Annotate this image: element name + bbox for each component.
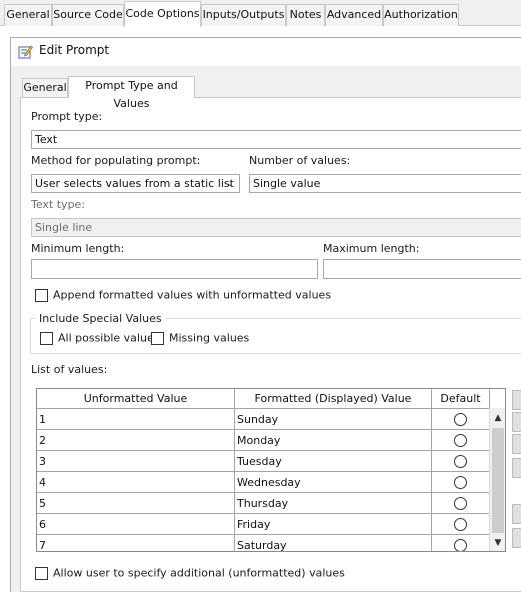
default-cell [431,492,490,514]
tab-inputs-outputs[interactable]: Inputs/Outputs [201,4,286,26]
default-cell [431,450,490,472]
default-radio-button[interactable] [454,496,467,510]
side-button-1[interactable] [512,390,521,410]
formatted-value-cell[interactable]: Monday [234,429,432,451]
formatted-value-cell[interactable]: Sunday [234,408,432,430]
prompt-type-label: Prompt type: [31,110,103,123]
table-vertical-scrollbar[interactable]: ▲ ▼ [489,408,505,551]
number-of-values-dropdown[interactable]: Single value [249,174,521,193]
tab-source-code[interactable]: Source Code [52,4,124,26]
tab-advanced[interactable]: Advanced [325,4,383,26]
default-radio-button[interactable] [454,517,467,531]
unformatted-value-cell[interactable]: 4 [37,471,235,493]
default-radio-button[interactable] [454,538,467,551]
values-table: Unformatted Value Formatted (Displayed) … [37,389,490,551]
prompt-type-field[interactable]: Text [31,130,521,149]
missing-values-checkbox-row[interactable]: Missing values [151,331,249,347]
dialog-titlebar: Edit Prompt [11,38,521,66]
all-possible-checkbox-row[interactable]: All possible values [40,331,159,347]
tab-general[interactable]: General [4,4,52,26]
scroll-down-arrow-icon[interactable]: ▼ [490,535,506,551]
allow-additional-label: Allow user to specify additional (unform… [53,566,345,580]
text-type-label: Text type: [31,198,86,211]
tab-notes[interactable]: Notes [286,4,325,26]
table-row[interactable]: 4 Wednesday [37,471,490,493]
unformatted-value-cell[interactable]: 7 [37,534,235,551]
maximum-length-input[interactable] [323,259,521,279]
tab-code-options[interactable]: Code Options [124,1,201,27]
append-formatted-label: Append formatted values with unformatted… [53,288,332,302]
method-dropdown[interactable]: User selects values from a static list ⌄ [31,174,240,193]
special-values-legend: Include Special Values [36,312,165,325]
default-cell [431,534,490,551]
append-formatted-checkbox[interactable] [35,288,48,302]
maximum-length-label: Maximum length: [323,242,420,255]
list-of-values-label: List of values: [31,363,108,376]
column-header-default[interactable]: Default [431,389,490,409]
scroll-up-arrow-icon[interactable]: ▲ [490,410,506,426]
inner-tab-prompt-type-values[interactable]: Prompt Type and Values [68,76,195,110]
missing-values-label: Missing values [169,331,250,345]
method-value: User selects values from a static list [35,177,234,190]
default-radio-button[interactable] [454,475,467,489]
missing-values-checkbox[interactable] [151,331,164,345]
append-formatted-checkbox-row[interactable]: Append formatted values with unformatted… [35,288,331,304]
formatted-value-cell[interactable]: Tuesday [234,450,432,472]
default-radio-button[interactable] [454,412,467,426]
column-header-formatted[interactable]: Formatted (Displayed) Value [234,389,432,409]
table-row[interactable]: 6 Friday [37,513,490,535]
side-button-4[interactable] [512,458,521,478]
number-of-values-value: Single value [253,177,321,190]
column-header-unformatted[interactable]: Unformatted Value [37,389,235,409]
table-row[interactable]: 7 Saturday [37,534,490,551]
side-button-2[interactable] [512,412,521,432]
dialog-title: Edit Prompt [39,43,110,57]
table-row[interactable]: 3 Tuesday [37,450,490,472]
side-button-6[interactable] [512,528,521,548]
default-radio-button[interactable] [454,433,467,447]
formatted-value-cell[interactable]: Wednesday [234,471,432,493]
minimum-length-label: Minimum length: [31,242,125,255]
all-possible-checkbox[interactable] [40,331,53,345]
outer-tab-strip: General Source Code Code Options Inputs/… [0,0,521,27]
formatted-value-cell[interactable]: Friday [234,513,432,535]
minimum-length-input[interactable] [31,259,318,279]
side-button-5[interactable] [512,504,521,524]
default-radio-button[interactable] [454,454,467,468]
unformatted-value-cell[interactable]: 3 [37,450,235,472]
allow-additional-checkbox-row[interactable]: Allow user to specify additional (unform… [35,566,345,582]
table-row[interactable]: 1 Sunday [37,408,490,430]
unformatted-value-cell[interactable]: 2 [37,429,235,451]
table-row[interactable]: 2 Monday [37,429,490,451]
values-table-container: Unformatted Value Formatted (Displayed) … [36,388,506,552]
number-of-values-label: Number of values: [249,154,351,167]
formatted-value-cell[interactable]: Thursday [234,492,432,514]
edit-prompt-icon [18,45,33,59]
text-type-dropdown: Single line [31,218,521,237]
chevron-down-icon[interactable]: ⌄ [223,175,237,192]
prompt-type-value: Text [35,133,58,146]
method-label: Method for populating prompt: [31,154,201,167]
text-type-value: Single line [35,221,93,234]
scrollbar-thumb[interactable] [492,428,504,533]
default-cell [431,471,490,493]
allow-additional-checkbox[interactable] [35,566,48,580]
unformatted-value-cell[interactable]: 6 [37,513,235,535]
default-cell [431,408,490,430]
unformatted-value-cell[interactable]: 5 [37,492,235,514]
default-cell [431,429,490,451]
side-button-3[interactable] [512,434,521,454]
unformatted-value-cell[interactable]: 1 [37,408,235,430]
table-row[interactable]: 5 Thursday [37,492,490,514]
formatted-value-cell[interactable]: Saturday [234,534,432,551]
all-possible-label: All possible values [58,331,160,345]
table-header-row: Unformatted Value Formatted (Displayed) … [37,389,490,409]
inner-tab-general[interactable]: General [22,78,68,98]
default-cell [431,513,490,535]
tab-authorization[interactable]: Authorization [383,4,459,26]
